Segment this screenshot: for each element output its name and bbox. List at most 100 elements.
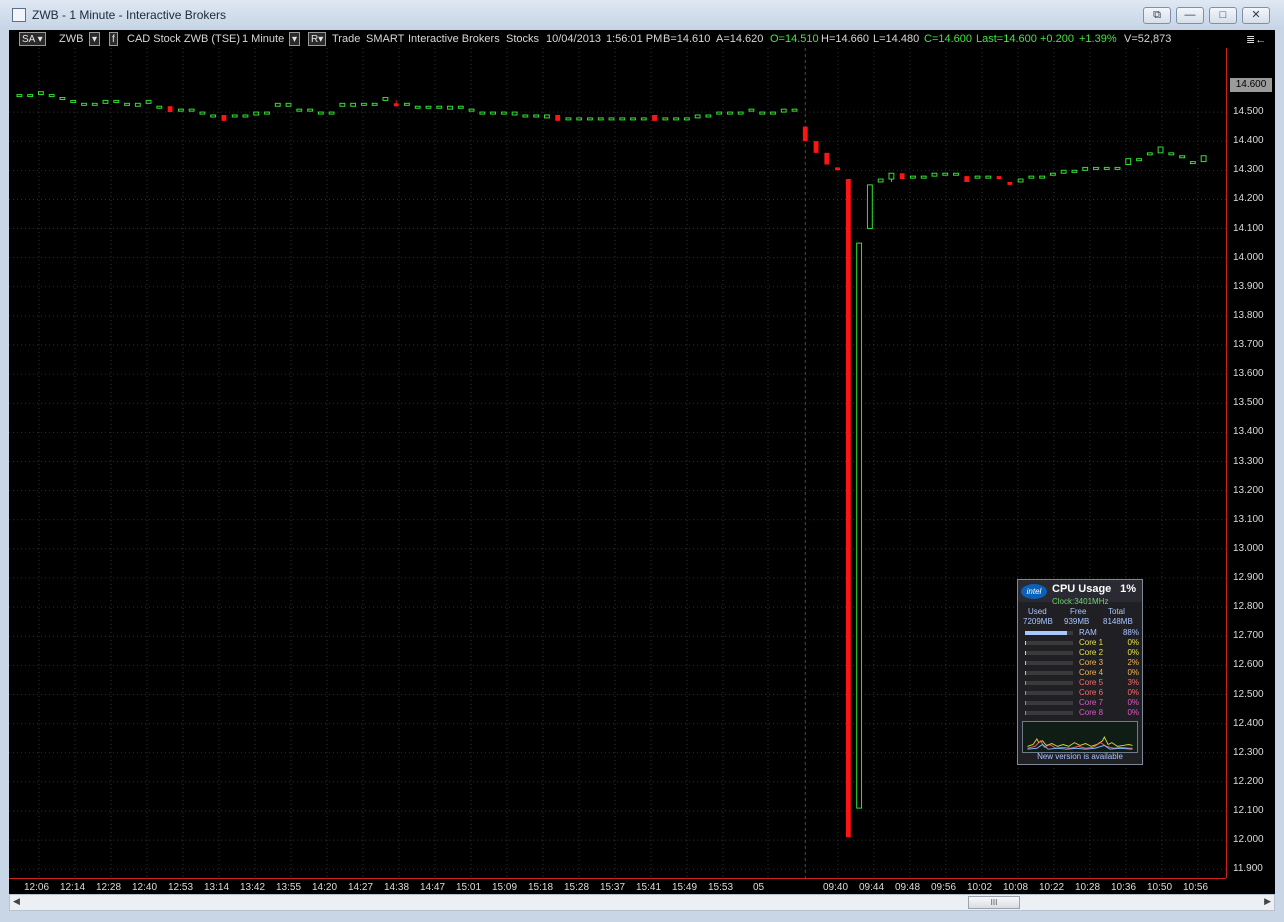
y-tick-label: 14.500 xyxy=(1233,106,1264,118)
y-tick-label: 12.800 xyxy=(1233,601,1264,613)
cpu-percent: 1% xyxy=(1120,583,1136,595)
sa-dropdown[interactable]: SA ▾ xyxy=(19,32,46,46)
candle xyxy=(1125,158,1132,165)
candle xyxy=(555,114,561,121)
usage-bar-track xyxy=(1025,691,1073,695)
intel-logo: intel xyxy=(1021,584,1047,599)
y-tick-label: 13.700 xyxy=(1233,339,1264,351)
candle-body xyxy=(522,114,529,118)
restore-layout-button[interactable]: ⧉ xyxy=(1143,7,1171,24)
cpu-row-label: Core 7 xyxy=(1079,698,1104,707)
used-header: Used xyxy=(1028,607,1047,616)
scroll-thumb[interactable]: III xyxy=(968,896,1020,909)
candle-body xyxy=(102,99,109,104)
cpu-row-percent: 0% xyxy=(1127,688,1139,697)
candle xyxy=(425,105,432,109)
horizontal-scrollbar[interactable]: ◀ III ▶ xyxy=(9,894,1275,911)
candle-body xyxy=(199,111,206,115)
quote-date: 10/04/2013 xyxy=(546,33,602,45)
candle xyxy=(70,99,77,103)
realtime-dropdown[interactable]: R▾ xyxy=(308,32,327,46)
cpu-row-label: Core 1 xyxy=(1079,638,1104,647)
quote-time: 1:56:01 PM xyxy=(606,33,663,45)
cpu-row-label: Core 6 xyxy=(1079,688,1104,697)
candle xyxy=(350,102,357,107)
candle-body xyxy=(791,108,798,112)
candle-body xyxy=(662,117,669,121)
minimize-button[interactable]: — xyxy=(1176,7,1204,24)
candle xyxy=(468,108,475,112)
candle-body xyxy=(845,179,851,838)
candle xyxy=(694,114,701,119)
y-tick-label: 13.500 xyxy=(1233,397,1264,409)
candle xyxy=(124,102,130,106)
candle-body xyxy=(511,111,518,116)
contract-description: CAD Stock ZWB (TSE) xyxy=(127,33,241,45)
candle-body xyxy=(780,108,787,113)
candle-body xyxy=(899,173,905,180)
chart-menu-icon[interactable]: ≣← xyxy=(1246,33,1266,46)
interval-dropdown[interactable]: ▾ xyxy=(289,32,301,46)
candle-body xyxy=(285,102,292,107)
cpu-row: Core 3 2% xyxy=(1023,658,1139,668)
maximize-button[interactable]: □ xyxy=(1209,7,1237,24)
candle-body xyxy=(1179,155,1186,159)
cpu-row: Core 6 0% xyxy=(1023,688,1139,698)
scroll-right-icon[interactable]: ▶ xyxy=(1264,896,1271,907)
candle-body xyxy=(856,242,863,809)
cpu-row-percent: 2% xyxy=(1127,658,1139,667)
y-tick-label: 13.100 xyxy=(1233,513,1264,525)
candle-body xyxy=(156,105,163,109)
cpu-usage-gadget[interactable]: intel CPU Usage 1% Clock:3401MHz Used Fr… xyxy=(1017,579,1143,765)
y-tick-label: 12.100 xyxy=(1233,805,1264,817)
cpu-row: Core 5 3% xyxy=(1023,678,1139,688)
candle-body xyxy=(1114,166,1121,170)
candle xyxy=(404,102,410,106)
candle-body xyxy=(113,99,120,103)
candle xyxy=(447,105,453,110)
candle-body xyxy=(1125,158,1132,165)
y-tick-label: 13.600 xyxy=(1233,368,1264,380)
x-tick-label: 10:02 xyxy=(967,882,993,893)
candle xyxy=(59,97,66,101)
new-version-link[interactable]: New version is available xyxy=(1018,752,1142,761)
candle xyxy=(360,102,367,106)
candle-body xyxy=(716,111,723,115)
x-tick-label: 14:47 xyxy=(420,882,446,893)
candle xyxy=(652,114,657,121)
candle xyxy=(835,167,841,171)
usage-bar-fill xyxy=(1025,691,1026,695)
scroll-left-icon[interactable]: ◀ xyxy=(13,896,20,907)
candle xyxy=(317,111,324,115)
candle xyxy=(48,94,55,98)
candle xyxy=(802,126,808,142)
candle-body xyxy=(447,105,453,110)
x-tick-label: 15:28 xyxy=(564,882,590,893)
candle xyxy=(813,141,819,153)
y-tick-label: 12.700 xyxy=(1233,630,1264,642)
x-tick-label: 13:14 xyxy=(204,882,230,893)
candle-body xyxy=(931,172,938,177)
candle-body xyxy=(770,111,776,115)
candle xyxy=(996,176,1002,180)
close-value: C=14.600 xyxy=(924,33,973,45)
usage-bar-fill xyxy=(1025,651,1026,655)
y-tick-label: 14.100 xyxy=(1233,222,1264,234)
app-icon xyxy=(12,8,26,22)
trade-label: Trade xyxy=(332,33,361,45)
candle-body xyxy=(597,117,604,121)
cpu-history-graph xyxy=(1022,721,1138,753)
formula-button[interactable]: f xyxy=(109,32,118,46)
candle xyxy=(436,105,443,109)
candle xyxy=(877,178,884,183)
candle-body xyxy=(1189,161,1196,165)
x-tick-label: 10:36 xyxy=(1111,882,1137,893)
close-button[interactable]: ✕ xyxy=(1242,7,1270,24)
candle-body xyxy=(1157,146,1164,154)
candle-body xyxy=(694,114,701,119)
candle xyxy=(931,172,938,177)
candle xyxy=(1146,152,1153,156)
symbol-dropdown[interactable]: ▾ xyxy=(89,32,101,46)
candle xyxy=(985,175,992,179)
cpu-row-label: RAM xyxy=(1079,628,1097,637)
